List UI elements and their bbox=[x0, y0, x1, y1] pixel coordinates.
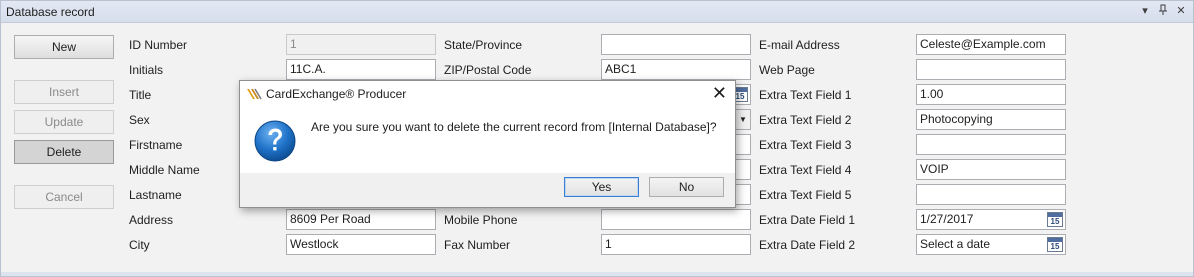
extra-text-field-3-label: Extra Text Field 3 bbox=[759, 138, 852, 152]
extra-text-field-2-label: Extra Text Field 2 bbox=[759, 113, 852, 127]
email-address-field[interactable]: Celeste@Example.com bbox=[916, 34, 1066, 55]
cancel-button[interactable]: Cancel bbox=[14, 185, 114, 209]
city-field[interactable]: Westlock bbox=[286, 234, 436, 255]
extra-date-field-1[interactable]: 1/27/2017 15 bbox=[916, 209, 1066, 230]
no-button[interactable]: No bbox=[649, 177, 724, 197]
email-address-label: E-mail Address bbox=[759, 38, 840, 52]
extra-date-field-2[interactable]: Select a date 15 bbox=[916, 234, 1066, 255]
insert-button[interactable]: Insert bbox=[14, 80, 114, 104]
cardexchange-logo-icon bbox=[247, 88, 262, 100]
firstname-label: Firstname bbox=[129, 138, 183, 152]
extra-text-field-5-label: Extra Text Field 5 bbox=[759, 188, 852, 202]
fax-number-field[interactable]: 1 bbox=[601, 234, 751, 255]
close-icon[interactable]: ✕ bbox=[1175, 4, 1187, 20]
extra-text-field-4[interactable]: VOIP bbox=[916, 159, 1066, 180]
zip-postal-code-field[interactable]: ABC1 bbox=[601, 59, 751, 80]
extra-date-field-1-label: Extra Date Field 1 bbox=[759, 213, 856, 227]
web-page-label: Web Page bbox=[759, 63, 815, 77]
city-label: City bbox=[129, 238, 150, 252]
panel-bottom-border bbox=[1, 272, 1193, 276]
extra-text-field-2[interactable]: Photocopying bbox=[916, 109, 1066, 130]
yes-button[interactable]: Yes bbox=[564, 177, 639, 197]
update-button[interactable]: Update bbox=[14, 110, 114, 134]
state-province-field[interactable] bbox=[601, 34, 751, 55]
extra-text-field-3[interactable] bbox=[916, 134, 1066, 155]
delete-button[interactable]: Delete bbox=[14, 140, 114, 164]
mobile-phone-field[interactable] bbox=[601, 209, 751, 230]
calendar-icon[interactable]: 15 bbox=[1047, 237, 1063, 252]
extra-date-field-2-label: Extra Date Field 2 bbox=[759, 238, 856, 252]
extra-date-field-2-placeholder: Select a date bbox=[920, 237, 991, 251]
panel-title: Database record bbox=[6, 5, 95, 19]
panel-titlebar: Database record ▾ ✕ bbox=[1, 1, 1193, 23]
dropdown-arrow-icon[interactable]: ▾ bbox=[1139, 4, 1151, 20]
address-label: Address bbox=[129, 213, 174, 227]
zip-postal-code-label: ZIP/Postal Code bbox=[444, 63, 532, 77]
title-label: Title bbox=[129, 88, 152, 102]
pin-icon[interactable] bbox=[1157, 4, 1169, 20]
mobile-phone-label: Mobile Phone bbox=[444, 213, 518, 227]
lastname-label: Lastname bbox=[129, 188, 182, 202]
extra-text-field-1[interactable]: 1.00 bbox=[916, 84, 1066, 105]
middle-name-label: Middle Name bbox=[129, 163, 200, 177]
extra-text-field-5[interactable] bbox=[916, 184, 1066, 205]
extra-text-field-4-label: Extra Text Field 4 bbox=[759, 163, 852, 177]
extra-date-field-1-value: 1/27/2017 bbox=[920, 212, 974, 226]
panel-title-icons: ▾ ✕ bbox=[1139, 4, 1187, 20]
state-province-label: State/Province bbox=[444, 38, 523, 52]
new-button[interactable]: New bbox=[14, 35, 114, 59]
sex-label: Sex bbox=[129, 113, 150, 127]
dialog-title: CardExchange® Producer bbox=[266, 87, 407, 101]
initials-field[interactable]: 11C.A. bbox=[286, 59, 436, 80]
extra-text-field-1-label: Extra Text Field 1 bbox=[759, 88, 852, 102]
close-icon[interactable]: ✕ bbox=[712, 84, 727, 102]
dropdown-arrow-icon[interactable]: ▼ bbox=[735, 110, 750, 129]
dialog-titlebar: CardExchange® Producer ✕ bbox=[240, 81, 735, 107]
fax-number-label: Fax Number bbox=[444, 238, 511, 252]
dialog-message: Are you sure you want to delete the curr… bbox=[311, 120, 717, 134]
id-number-field[interactable]: 1 bbox=[286, 34, 436, 55]
calendar-icon[interactable]: 15 bbox=[1047, 212, 1063, 227]
web-page-field[interactable] bbox=[916, 59, 1066, 80]
question-icon bbox=[254, 120, 296, 162]
delete-confirmation-dialog: CardExchange® Producer ✕ Are you sure yo… bbox=[239, 80, 736, 208]
initials-label: Initials bbox=[129, 63, 164, 77]
id-number-label: ID Number bbox=[129, 38, 188, 52]
address-field[interactable]: 8609 Per Road bbox=[286, 209, 436, 230]
